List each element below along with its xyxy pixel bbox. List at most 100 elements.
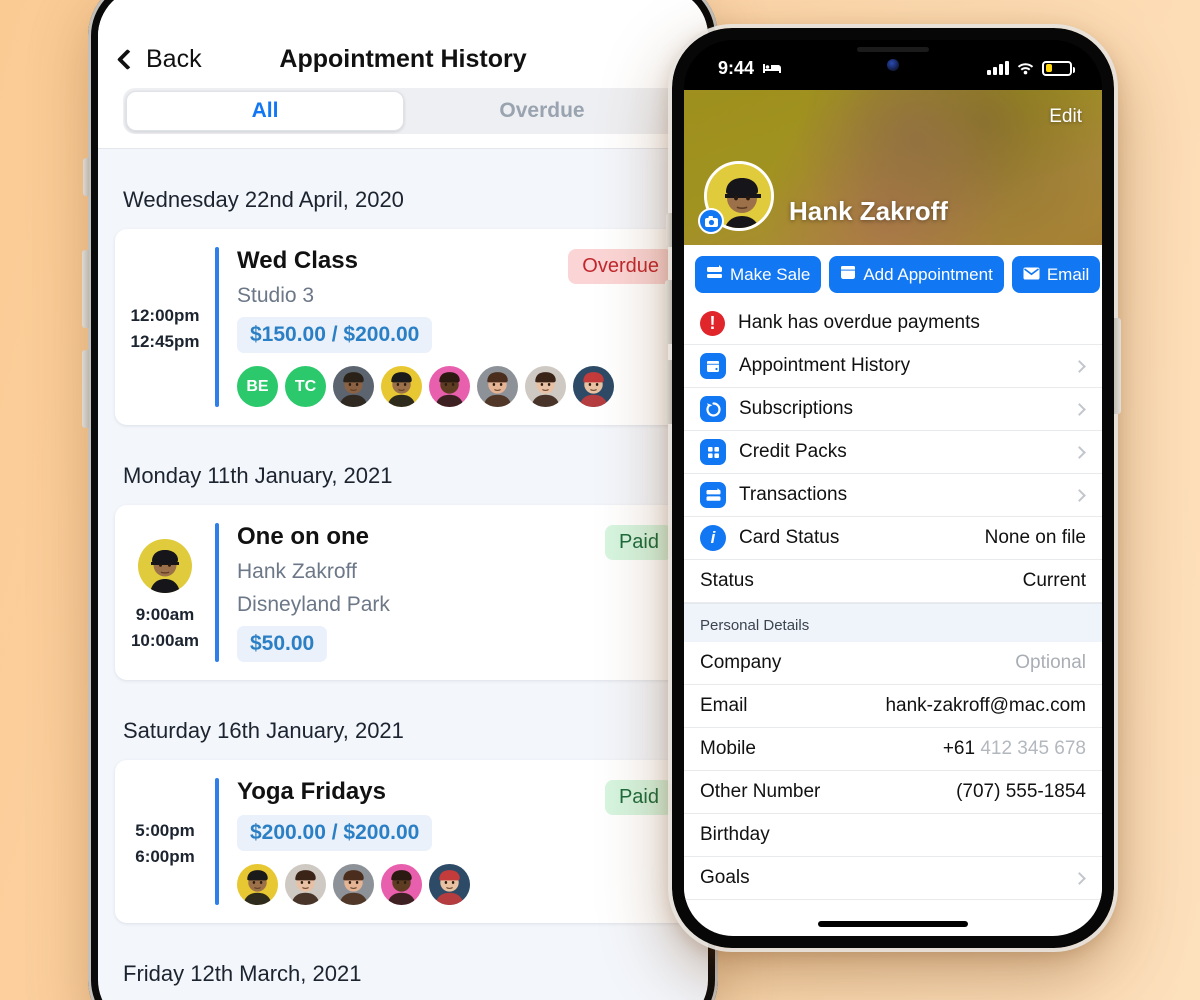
appointment-history-app: Back Appointment History All Overdue Wed…	[98, 0, 708, 1000]
screenshot-stage: Back Appointment History All Overdue Wed…	[0, 0, 1200, 1000]
menu-row-label: Status	[700, 570, 754, 591]
detail-row-value: Optional	[1015, 652, 1086, 673]
detail-row-email[interactable]: Email hank-zakroff@mac.com	[684, 685, 1102, 728]
menu-row-value: Current	[1022, 570, 1086, 591]
calendar-icon	[840, 264, 856, 285]
add-appointment-button[interactable]: Add Appointment	[829, 256, 1004, 293]
back-button[interactable]: Back	[116, 45, 202, 74]
attendee-avatar-photo[interactable]	[381, 864, 422, 905]
detail-row-label: Other Number	[700, 781, 821, 802]
chevron-right-icon	[1073, 871, 1086, 885]
action-button-label: Make Sale	[730, 264, 811, 284]
day-header: Saturday 16th January, 2021	[123, 718, 404, 743]
appointment-subtitle: Hank Zakroff	[237, 560, 357, 583]
email-button[interactable]: Email	[1011, 256, 1101, 293]
wifi-icon	[1017, 63, 1034, 75]
overdue-alert-row[interactable]: ! Hank has overdue payments	[684, 302, 1102, 345]
front-phone-device: 9:44 Edit Hank Zakroff Make Sale Add App…	[665, 24, 1121, 952]
appointment-subtitle: Studio 3	[237, 284, 315, 307]
attendee-avatar-row: BE TC	[237, 366, 675, 407]
detail-row-mobile[interactable]: Mobile +61 412 345 678	[684, 728, 1102, 771]
appointment-price: $150.00 / $200.00	[237, 317, 433, 353]
attendee-avatar-photo[interactable]	[285, 864, 326, 905]
menu-row-transactions[interactable]: Transactions	[684, 474, 1102, 517]
attendee-avatar-initials[interactable]: TC	[285, 366, 326, 407]
status-bar-time: 9:44	[718, 57, 755, 78]
back-button-label: Back	[146, 45, 202, 73]
detail-row-label: Goals	[700, 867, 750, 888]
back-phone-volume-up-button[interactable]	[82, 250, 89, 328]
menu-row-appointment-history[interactable]: Appointment History	[684, 345, 1102, 388]
attendee-avatar-row	[237, 864, 675, 905]
back-phone-silent-switch[interactable]	[83, 158, 89, 196]
appointment-card[interactable]: 12:00pm 12:45pm Wed Class Studio 3 $150.00 /…	[115, 229, 691, 425]
detail-row-label: Mobile	[700, 738, 756, 759]
appointment-client-avatar	[138, 538, 192, 593]
detail-row-label: Company	[700, 652, 782, 673]
action-button-row: Make Sale Add Appointment Email	[684, 245, 1102, 302]
tab-all[interactable]: All	[126, 91, 404, 131]
menu-row-label: Subscriptions	[739, 398, 854, 419]
back-phone-volume-down-button[interactable]	[82, 350, 89, 428]
menu-row-label: Appointment History	[739, 355, 911, 376]
chevron-right-icon	[1073, 402, 1086, 416]
attendee-avatar-photo[interactable]	[381, 366, 422, 407]
personal-details-list: Company Optional Email hank-zakroff@mac.com…	[684, 642, 1102, 900]
day-header: Monday 11th January, 2021	[123, 463, 393, 488]
detail-row-other-number[interactable]: Other Number (707) 555-1854	[684, 771, 1102, 814]
appointment-start-time: 12:00pm	[130, 306, 200, 325]
camera-glyph	[704, 215, 718, 227]
make-sale-button[interactable]: Make Sale	[695, 256, 822, 293]
attendee-avatar-photo[interactable]	[333, 864, 374, 905]
action-button-label: Email	[1046, 264, 1090, 284]
profile-cover-photo: Edit Hank Zakroff	[684, 90, 1102, 245]
camera-icon[interactable]	[698, 208, 724, 234]
segmented-control[interactable]: All Overdue	[123, 88, 683, 134]
chevron-right-icon	[1073, 488, 1086, 502]
front-phone-volume-up-button[interactable]	[665, 280, 672, 344]
attendee-avatar-photo[interactable]	[525, 366, 566, 407]
menu-row-label: Card Status	[739, 527, 840, 548]
overdue-alert-label: Hank has overdue payments	[738, 312, 980, 333]
front-phone-power-button[interactable]	[1114, 318, 1121, 414]
menu-row-card-status[interactable]: i Card Status None on file	[684, 517, 1102, 560]
home-indicator[interactable]	[818, 921, 968, 927]
tab-overdue[interactable]: Overdue	[404, 91, 680, 131]
menu-row-subscriptions[interactable]: Subscriptions	[684, 388, 1102, 431]
attendee-avatar-initials[interactable]: BE	[237, 366, 278, 407]
appointment-card[interactable]: 9:00am 10:00am One on one Hank Zakroff Disne…	[115, 505, 691, 680]
profile-name: Hank Zakroff	[789, 196, 948, 226]
status-bar-left: 9:44	[718, 58, 782, 79]
detail-row-company[interactable]: Company Optional	[684, 642, 1102, 685]
detail-row-goals[interactable]: Goals	[684, 857, 1102, 900]
appointment-end-time: 10:00am	[130, 630, 200, 650]
front-phone-volume-down-button[interactable]	[665, 360, 672, 424]
appointment-time-column: 9:00am 10:00am	[115, 523, 215, 662]
appointment-start-time: 9:00am	[135, 604, 195, 624]
attendee-avatar-photo[interactable]	[573, 366, 614, 407]
edit-button[interactable]: Edit	[1049, 106, 1082, 128]
detail-row-value: +61 412 345 678	[942, 738, 1086, 759]
status-bar: 9:44	[684, 40, 1102, 90]
menu-row-label: Credit Packs	[739, 441, 847, 462]
appointment-price: $200.00 / $200.00	[237, 815, 433, 851]
front-camera-icon	[887, 59, 899, 71]
envelope-icon	[1023, 265, 1040, 285]
attendee-avatar-photo[interactable]	[333, 366, 374, 407]
detail-row-label: Email	[700, 695, 748, 716]
bed-icon	[763, 64, 782, 73]
menu-row-status[interactable]: Status Current	[684, 560, 1102, 603]
attendee-avatar-photo[interactable]	[237, 864, 278, 905]
menu-row-credit-packs[interactable]: Credit Packs	[684, 431, 1102, 474]
appointment-location: Disneyland Park	[237, 593, 390, 616]
attendee-avatar-photo[interactable]	[477, 366, 518, 407]
subscription-icon	[700, 396, 726, 422]
status-badge: Overdue	[568, 249, 673, 284]
attendee-avatar-photo[interactable]	[429, 366, 470, 407]
detail-row-birthday[interactable]: Birthday	[684, 814, 1102, 857]
appointment-card[interactable]: 5:00pm 6:00pm Yoga Fridays $200.00 / $200.0…	[115, 760, 691, 923]
attendee-avatar-photo[interactable]	[429, 864, 470, 905]
front-phone-silent-switch[interactable]	[666, 213, 672, 247]
battery-icon	[1042, 60, 1075, 76]
menu-row-value: None on file	[984, 527, 1086, 548]
